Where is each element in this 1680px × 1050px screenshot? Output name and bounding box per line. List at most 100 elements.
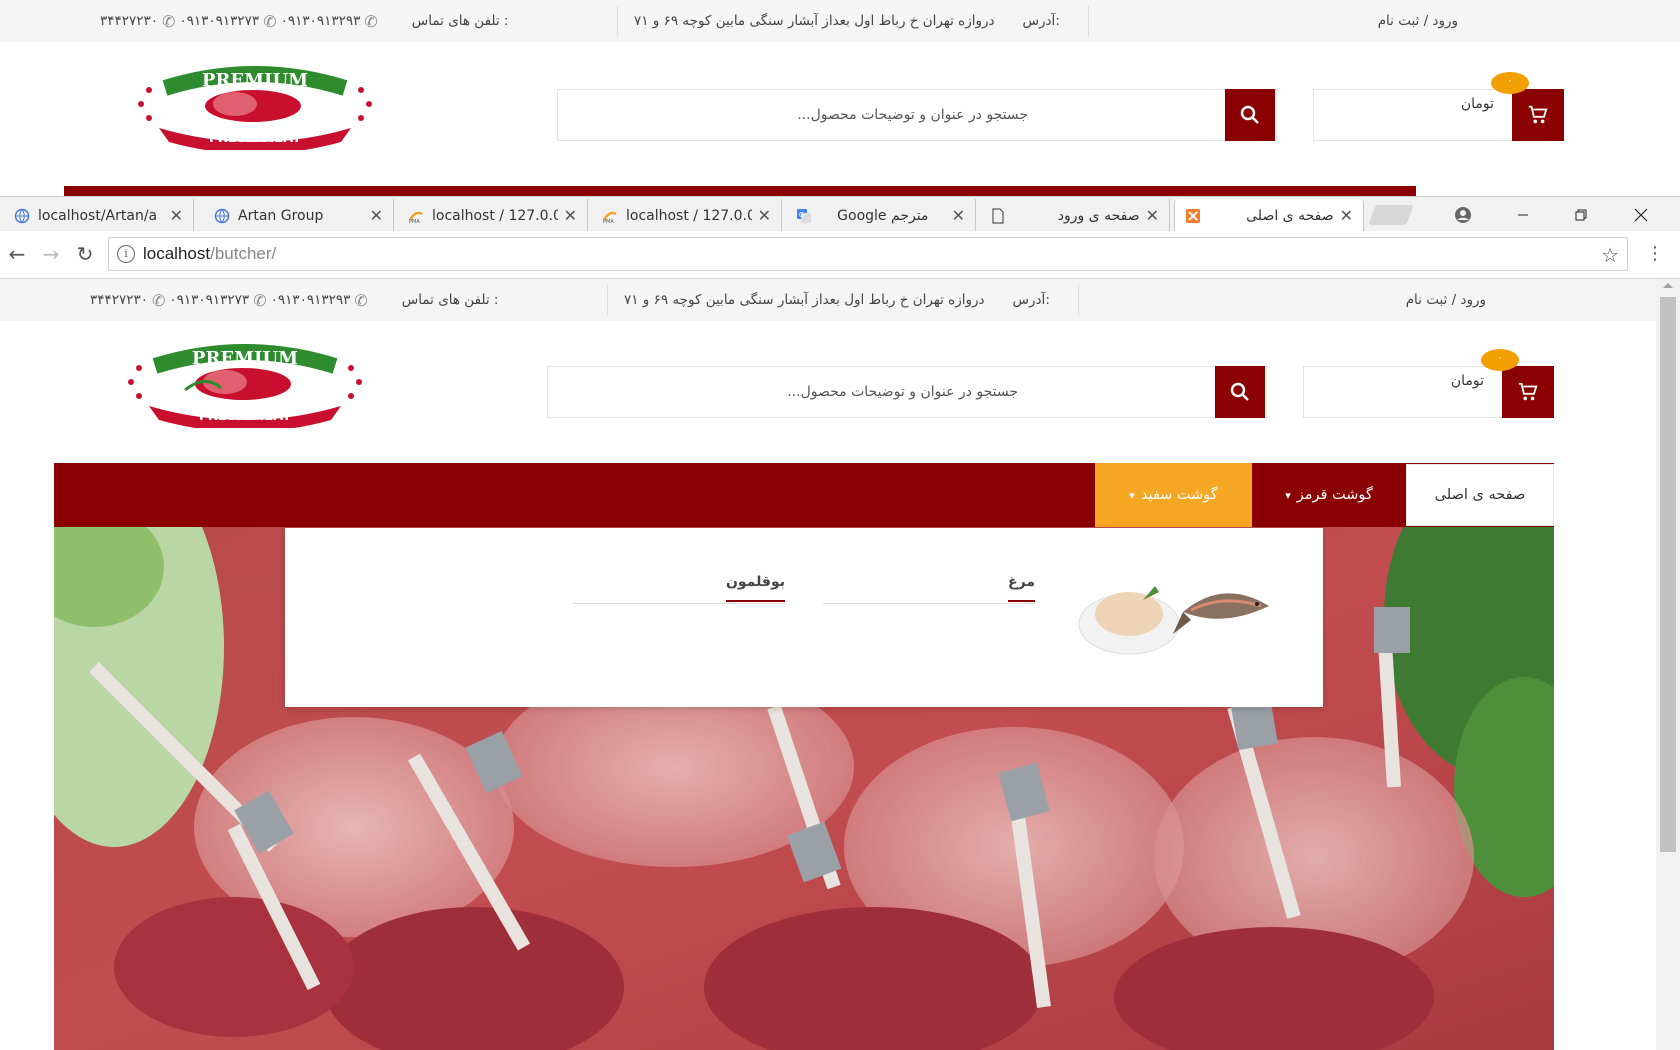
divider — [1088, 6, 1089, 36]
restore-icon[interactable] — [1558, 197, 1604, 232]
reload-icon[interactable]: ↻ — [70, 239, 100, 269]
web-page: ورود / ثبت نام دروازه تهران خ رباط اول ب… — [0, 279, 1656, 1050]
info-icon[interactable]: i — [117, 245, 135, 263]
svg-text:G: G — [799, 211, 804, 219]
site-logo[interactable]: PREMIUM FRESH MEAT — [125, 344, 365, 432]
phone-icon: ✆ — [162, 11, 176, 31]
dropdown-link-turkey[interactable]: بوقلمون — [573, 568, 785, 604]
cart-icon — [1518, 382, 1538, 401]
phone-icon: ✆ — [263, 11, 277, 31]
svg-text:PREMIUM: PREMIUM — [202, 70, 308, 91]
search-button[interactable] — [1225, 89, 1275, 141]
close-icon[interactable]: ✕ — [758, 206, 771, 225]
cart-button[interactable] — [1502, 366, 1554, 418]
close-icon[interactable]: ✕ — [952, 206, 965, 225]
browser-tab[interactable]: PMA localhost / 127.0.0 ✕ — [398, 199, 588, 232]
phones-block: ۳۴۴۲۷۲۳۰ ✆ ۰۹۱۳۰۹۱۳۲۷۳ ✆ ۰۹۱۳۰۹۱۳۲۹۳ ✆ ت… — [90, 279, 498, 321]
dropdown-link-chicken[interactable]: مرغ — [823, 568, 1035, 604]
close-icon[interactable]: ✕ — [1340, 206, 1353, 225]
cart-badge: ۰ — [1481, 349, 1519, 371]
address-label: آدرس: — [1022, 13, 1060, 29]
search-input[interactable]: جستجو در عنوان و توضیحات محصول... — [547, 366, 1267, 418]
phones-label: تلفن های تماس : — [411, 13, 509, 29]
browser-tab[interactable]: صفحه ی ورود ✕ — [980, 199, 1170, 232]
white-meat-dropdown: مرغ بوقلمون — [285, 528, 1323, 707]
phone-number: ۰۹۱۳۰۹۱۳۲۷۳ — [179, 13, 260, 29]
nav-red-meat[interactable]: گوشت قرمز ▾ — [1252, 463, 1406, 527]
browser-window-chrome: localhost/Artan/a ✕ Artan Group ✕ PMA lo… — [0, 196, 1680, 279]
globe-icon — [14, 208, 30, 223]
close-icon[interactable]: ✕ — [1146, 206, 1159, 225]
chevron-down-icon: ▾ — [1285, 488, 1291, 502]
nav-home-label: صفحه ی اصلی — [1434, 487, 1526, 503]
phones-block: ۳۴۴۲۷۲۳۰ ✆ ۰۹۱۳۰۹۱۳۲۷۳ ✆ ۰۹۱۳۰۹۱۳۲۹۳ ✆ ت… — [100, 0, 508, 42]
address-block: دروازه تهران خ رباط اول بعداز آبشار سنگی… — [624, 279, 1050, 321]
close-window-icon[interactable] — [1618, 197, 1664, 232]
search-input[interactable]: جستجو در عنوان و توضیحات محصول... — [557, 89, 1277, 141]
search-placeholder: جستجو در عنوان و توضیحات محصول... — [787, 384, 1018, 400]
url-text: localhost/butcher/ — [143, 244, 277, 263]
xampp-icon — [1186, 208, 1200, 223]
close-icon[interactable]: ✕ — [564, 206, 577, 225]
browser-tab[interactable]: G Google مترجم ✕ — [786, 199, 976, 232]
address-block: دروازه تهران خ رباط اول بعداز آبشار سنگی… — [634, 0, 1060, 42]
browser-tab-active[interactable]: صفحه ی اصلی ✕ — [1174, 199, 1364, 232]
login-register-link[interactable]: ورود / ثبت نام — [1378, 0, 1458, 42]
phpmyadmin-icon: PMA — [408, 211, 423, 224]
top-info-bar: ورود / ثبت نام دروازه تهران خ رباط اول ب… — [0, 0, 1680, 42]
site-logo[interactable]: PREMIUM FRESH MEAT — [135, 66, 375, 154]
search-placeholder: جستجو در عنوان و توضیحات محصول... — [797, 107, 1028, 123]
login-register-link[interactable]: ورود / ثبت نام — [1406, 279, 1486, 321]
dropdown-link-label: مرغ — [1008, 574, 1035, 602]
menu-dots-icon[interactable]: ⋮ — [1646, 243, 1664, 264]
chevron-down-icon: ▾ — [1129, 488, 1135, 502]
scrollbar-thumb[interactable] — [1660, 297, 1676, 852]
phone-number: ۰۹۱۳۰۹۱۳۲۷۳ — [169, 292, 250, 308]
profile-icon[interactable] — [1440, 197, 1486, 232]
address-bar[interactable]: i localhost/butcher/ ☆ — [108, 237, 1628, 271]
divider — [617, 6, 618, 36]
dropdown-link-label: بوقلمون — [725, 574, 785, 602]
scroll-up-arrow-icon[interactable] — [1663, 283, 1673, 288]
search-button[interactable] — [1215, 366, 1265, 418]
browser-tab[interactable]: Artan Group ✕ — [204, 199, 394, 232]
page-scrollbar[interactable] — [1656, 279, 1680, 1050]
svg-text:PMA: PMA — [409, 219, 420, 224]
forward-arrow-icon[interactable]: → — [36, 239, 66, 269]
phones-label: تلفن های تماس : — [401, 292, 499, 308]
divider — [607, 285, 608, 315]
svg-text:FRESH MEAT: FRESH MEAT — [199, 409, 291, 424]
document-icon — [992, 207, 1004, 224]
browser-tab[interactable]: localhost/Artan/a ✕ — [4, 199, 194, 232]
nav-white-meat[interactable]: گوشت سفید ▾ — [1095, 463, 1252, 527]
tab-title: localhost / 127.0.0 — [626, 207, 752, 224]
divider — [1078, 285, 1079, 315]
cart-total: تومان — [1450, 373, 1484, 389]
phone-icon: ✆ — [152, 290, 166, 310]
cart-button[interactable] — [1512, 89, 1564, 141]
phone-number: ۰۹۱۳۰۹۱۳۲۹۳ — [280, 13, 361, 29]
phpmyadmin-icon: PMA — [602, 211, 617, 224]
chicken-fish-photo — [1078, 586, 1269, 655]
nav-home[interactable]: صفحه ی اصلی — [1406, 464, 1554, 526]
tab-strip: localhost/Artan/a ✕ Artan Group ✕ PMA lo… — [0, 196, 1680, 232]
tab-title: صفحه ی ورود — [1057, 207, 1140, 224]
close-icon[interactable]: ✕ — [370, 206, 383, 225]
phone-icon: ✆ — [364, 11, 378, 31]
search-icon — [1230, 382, 1249, 401]
google-translate-icon: G — [797, 208, 811, 223]
premium-fresh-meat-logo: PREMIUM FRESH MEAT — [138, 66, 372, 154]
close-icon[interactable]: ✕ — [170, 206, 183, 225]
main-navbar: صفحه ی اصلی گوشت قرمز ▾ گوشت سفید ▾ — [54, 463, 1554, 527]
minimize-icon[interactable] — [1500, 197, 1546, 232]
tab-title: localhost/Artan/a — [38, 207, 158, 224]
browser-tab[interactable]: PMA localhost / 127.0.0 ✕ — [592, 199, 782, 232]
address-label: آدرس: — [1012, 292, 1050, 308]
cart-icon — [1528, 105, 1548, 124]
bookmark-star-icon[interactable]: ☆ — [1601, 243, 1619, 267]
new-tab-button[interactable] — [1368, 205, 1414, 225]
phone-icon: ✆ — [253, 290, 267, 310]
nav-white-meat-label: گوشت سفید — [1140, 487, 1218, 503]
back-arrow-icon[interactable]: ← — [2, 239, 32, 269]
top-info-bar: ورود / ثبت نام دروازه تهران خ رباط اول ب… — [0, 279, 1656, 321]
